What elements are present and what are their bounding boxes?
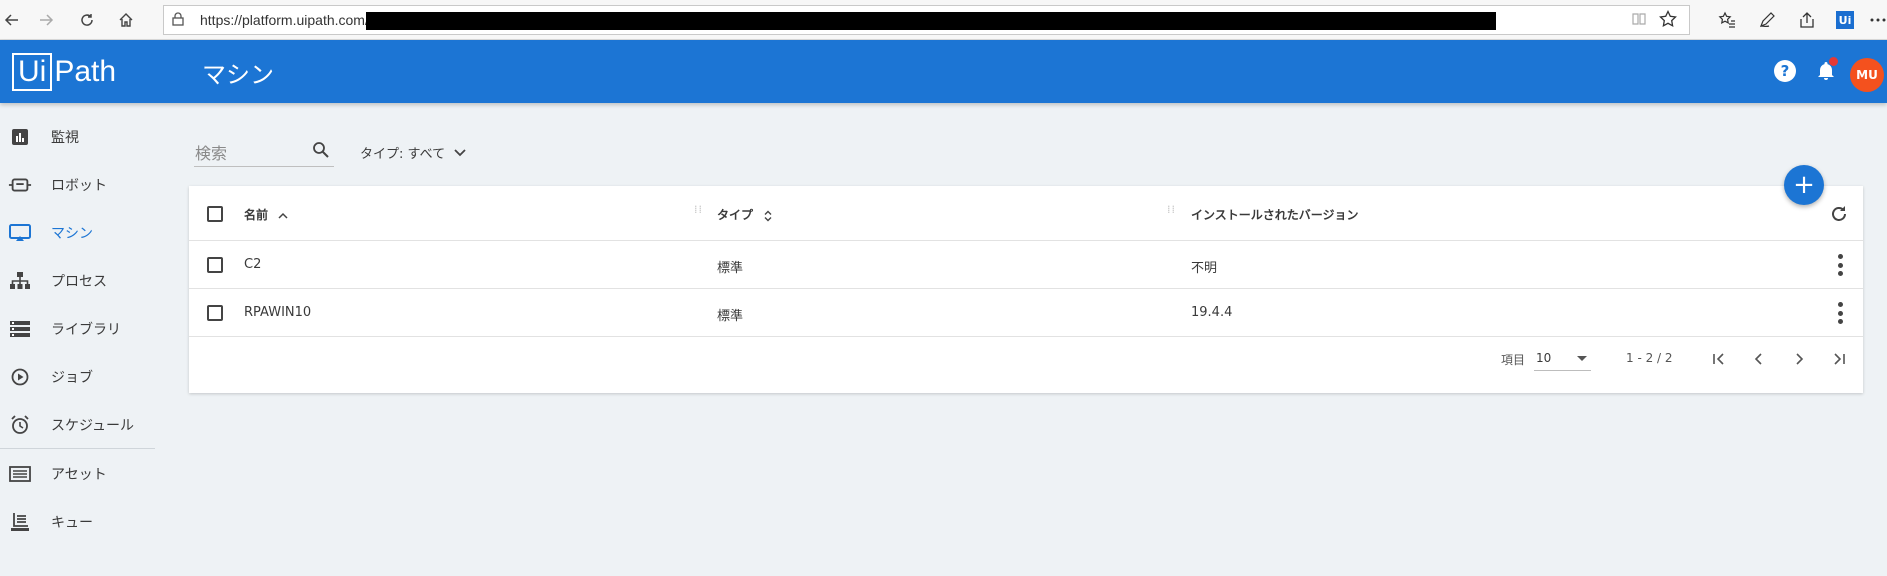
sidebar-item-processes[interactable]: プロセス xyxy=(0,257,155,305)
row-more-icon[interactable] xyxy=(1837,302,1843,324)
home-icon[interactable] xyxy=(114,8,138,32)
robot-icon xyxy=(8,173,32,197)
redacted-url xyxy=(366,12,1496,30)
asset-icon xyxy=(8,462,32,486)
sidebar-divider xyxy=(0,448,155,449)
cell-type: 標準 xyxy=(717,309,744,324)
notification-badge xyxy=(1829,57,1838,66)
cell-name[interactable]: RPAWIN10 xyxy=(244,305,311,320)
sidebar-item-schedules[interactable]: スケジュール xyxy=(0,401,155,449)
job-icon xyxy=(8,365,32,389)
page-range-text: 1 - 2 / 2 xyxy=(1626,351,1673,365)
uipath-extension-icon[interactable]: Ui xyxy=(1836,11,1854,29)
search-input[interactable]: 検索 xyxy=(194,137,334,167)
app-header: Ui Path マシン ? MU xyxy=(0,40,1887,103)
column-header-label: 名前 xyxy=(244,208,269,222)
address-bar[interactable]: https://platform.uipath.com/ xyxy=(163,5,1690,35)
forward-icon[interactable] xyxy=(34,8,58,32)
sidebar: 監視 ロボット マシン プロセス ライブラリ ジョブ スケジュール アセット キ… xyxy=(0,103,155,576)
schedule-icon xyxy=(8,413,32,437)
sidebar-item-jobs[interactable]: ジョブ xyxy=(0,353,155,401)
sidebar-item-label: ジョブ xyxy=(51,370,93,386)
sidebar-item-libraries[interactable]: ライブラリ xyxy=(0,305,155,353)
sidebar-item-label: プロセス xyxy=(51,274,107,290)
help-icon[interactable]: ? xyxy=(1774,60,1796,82)
favorites-list-icon[interactable] xyxy=(1715,8,1739,32)
monitoring-icon xyxy=(8,125,32,149)
column-header-name[interactable]: 名前 xyxy=(244,206,288,223)
sidebar-item-label: スケジュール xyxy=(51,418,135,434)
first-page-icon[interactable] xyxy=(1707,347,1731,371)
page-title: マシン xyxy=(202,61,274,89)
chevron-down-icon xyxy=(453,146,467,160)
table-header-row: 名前 ⁞⁞ タイプ ⁞⁞ インストールされたバージョン xyxy=(189,186,1863,241)
queue-icon xyxy=(8,510,32,534)
column-header-version[interactable]: インストールされたバージョン xyxy=(1191,206,1359,223)
column-resize-handle[interactable]: ⁞⁞ xyxy=(694,204,702,220)
column-resize-handle[interactable]: ⁞⁞ xyxy=(1167,204,1175,220)
sidebar-item-assets[interactable]: アセット xyxy=(0,450,155,498)
share-icon[interactable] xyxy=(1795,8,1819,32)
row-checkbox[interactable] xyxy=(207,257,223,273)
sidebar-item-queues[interactable]: キュー xyxy=(0,498,155,546)
sidebar-item-monitoring[interactable]: 監視 xyxy=(0,113,155,161)
cell-name[interactable]: C2 xyxy=(244,257,261,272)
uipath-logo[interactable]: Ui Path xyxy=(12,52,116,92)
sidebar-item-label: ライブラリ xyxy=(51,322,121,338)
refresh-page-icon[interactable] xyxy=(75,8,99,32)
sidebar-item-label: 監視 xyxy=(51,130,79,146)
machines-table: 名前 ⁞⁞ タイプ ⁞⁞ インストールされたバージョン C2 標準 不明 RPA… xyxy=(189,186,1863,393)
pen-icon[interactable] xyxy=(1755,8,1779,32)
more-options-icon[interactable] xyxy=(1868,8,1887,32)
lock-icon xyxy=(172,12,184,30)
type-filter-dropdown[interactable]: タイプ: すべて xyxy=(360,143,467,162)
user-avatar[interactable]: MU xyxy=(1850,58,1884,92)
sidebar-item-robots[interactable]: ロボット xyxy=(0,161,155,209)
sidebar-item-label: ロボット xyxy=(51,178,107,194)
dropdown-caret-icon xyxy=(1577,356,1587,361)
table-row[interactable]: C2 標準 不明 xyxy=(189,241,1863,289)
type-filter-label: タイプ: すべて xyxy=(360,147,446,162)
process-icon xyxy=(8,269,32,293)
column-header-label: タイプ xyxy=(717,208,754,222)
refresh-icon[interactable] xyxy=(1829,204,1849,224)
next-page-icon[interactable] xyxy=(1787,347,1811,371)
per-page-label: 項目 xyxy=(1501,353,1526,367)
per-page-value: 10 xyxy=(1536,351,1552,365)
sort-asc-icon xyxy=(278,212,288,219)
sidebar-item-label: キュー xyxy=(51,515,93,531)
select-all-checkbox[interactable] xyxy=(207,206,223,222)
sidebar-item-label: アセット xyxy=(51,467,107,483)
reading-view-icon[interactable] xyxy=(1631,11,1647,31)
row-checkbox[interactable] xyxy=(207,305,223,321)
search-icon xyxy=(312,141,330,159)
last-page-icon[interactable] xyxy=(1827,347,1851,371)
sidebar-item-machines[interactable]: マシン xyxy=(0,209,155,257)
url-text: https://platform.uipath.com/ xyxy=(200,12,369,28)
add-machine-button[interactable]: + xyxy=(1784,165,1824,205)
logo-ui: Ui xyxy=(12,53,53,91)
sidebar-item-label: マシン xyxy=(51,226,93,242)
previous-page-icon[interactable] xyxy=(1747,347,1771,371)
browser-toolbar: https://platform.uipath.com/ Ui xyxy=(0,0,1887,40)
column-header-type[interactable]: タイプ xyxy=(717,206,773,223)
favorite-star-icon[interactable] xyxy=(1659,9,1677,33)
table-row[interactable]: RPAWIN10 標準 19.4.4 xyxy=(189,289,1863,337)
machine-icon xyxy=(8,221,32,245)
pagination-footer: 項目 10 1 - 2 / 2 xyxy=(189,331,1863,393)
logo-path: Path xyxy=(54,55,117,88)
sort-both-icon xyxy=(764,210,772,221)
cell-version: 不明 xyxy=(1191,261,1218,276)
back-icon[interactable] xyxy=(0,8,24,32)
cell-type: 標準 xyxy=(717,261,744,276)
cell-version: 19.4.4 xyxy=(1191,305,1233,320)
search-placeholder: 検索 xyxy=(195,144,228,163)
row-more-icon[interactable] xyxy=(1837,254,1843,276)
per-page-select[interactable]: 10 xyxy=(1534,345,1591,371)
library-icon xyxy=(8,317,32,341)
